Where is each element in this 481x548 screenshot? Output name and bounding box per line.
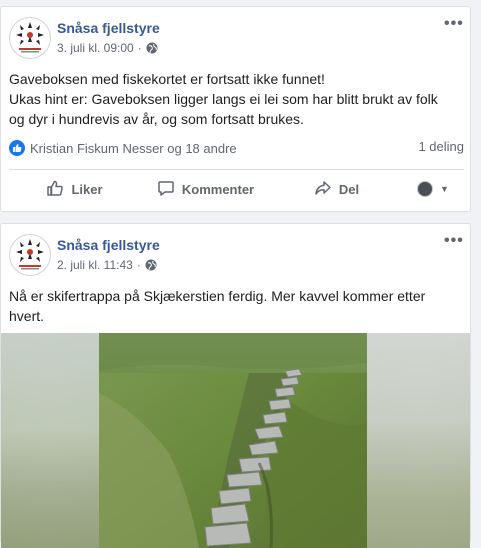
post-meta: 3. juli kl. 09:00 ·	[57, 41, 158, 55]
like-button[interactable]: Liker	[9, 173, 140, 205]
post-text-line: Gaveboksen med fiskekortet er fortsatt i…	[9, 71, 325, 87]
post-text-line: og dyr i hundrevis av år, og som fortsat…	[9, 111, 304, 127]
post-as-selector[interactable]: ▼	[402, 173, 464, 205]
reactions-bar: Kristian Fiskum Nesser og 18 andre 1 del…	[9, 139, 464, 157]
like-label: Liker	[71, 181, 103, 197]
post-timestamp[interactable]: 2. juli kl. 11:43	[57, 258, 133, 272]
page-avatar[interactable]	[9, 17, 51, 59]
post-text: Nå er skifertrappa på Skjækerstien ferdi…	[9, 286, 464, 326]
page-avatar[interactable]	[9, 234, 51, 276]
post-header: Snåsa fjellstyre 3. juli kl. 09:00 · •••	[9, 16, 464, 61]
share-arrow-icon	[314, 179, 332, 200]
post-text: Gaveboksen med fiskekortet er fortsatt i…	[9, 69, 464, 129]
post-text-line: Ukas hint er: Gaveboksen ligger langs ei…	[9, 91, 438, 107]
post-header: Snåsa fjellstyre 2. juli kl. 11:43 · •••	[9, 233, 464, 278]
more-options-icon[interactable]: •••	[444, 233, 464, 250]
post-text-line: Nå er skifertrappa på Skjækerstien ferdi…	[9, 288, 426, 304]
page-name-link[interactable]: Snåsa fjellstyre	[57, 237, 160, 253]
globe-icon[interactable]	[145, 259, 157, 271]
action-bar: Liker Kommenter Del ▼	[9, 173, 464, 205]
share-button[interactable]: Del	[271, 173, 402, 205]
profile-avatar	[417, 181, 434, 197]
photo-blurred-backdrop	[367, 333, 470, 548]
post-timestamp[interactable]: 3. juli kl. 09:00	[57, 41, 134, 55]
shares-count[interactable]: 1 deling	[418, 139, 464, 154]
share-label: Del	[338, 181, 360, 197]
post-card: Snåsa fjellstyre 2. juli kl. 11:43 · •••…	[0, 223, 471, 548]
globe-icon[interactable]	[146, 42, 158, 54]
divider	[9, 169, 464, 170]
post-card: Snåsa fjellstyre 3. juli kl. 09:00 · •••…	[0, 6, 471, 212]
comment-button[interactable]: Kommenter	[140, 173, 271, 205]
chevron-down-icon: ▼	[440, 184, 449, 194]
post-meta: 2. juli kl. 11:43 ·	[57, 258, 157, 272]
thumbs-up-icon[interactable]	[9, 140, 25, 156]
photo-blurred-backdrop	[1, 333, 99, 548]
post-photo[interactable]	[1, 333, 470, 548]
stone-stairs-photo	[99, 333, 367, 548]
more-options-icon[interactable]: •••	[444, 16, 464, 33]
page-name-link[interactable]: Snåsa fjellstyre	[57, 20, 160, 36]
reactions-count[interactable]: Kristian Fiskum Nesser og 18 andre	[30, 141, 237, 156]
post-text-line: hvert.	[9, 308, 45, 324]
comment-icon	[157, 179, 175, 200]
thumbs-up-outline-icon	[46, 179, 64, 200]
comment-label: Kommenter	[181, 181, 255, 197]
